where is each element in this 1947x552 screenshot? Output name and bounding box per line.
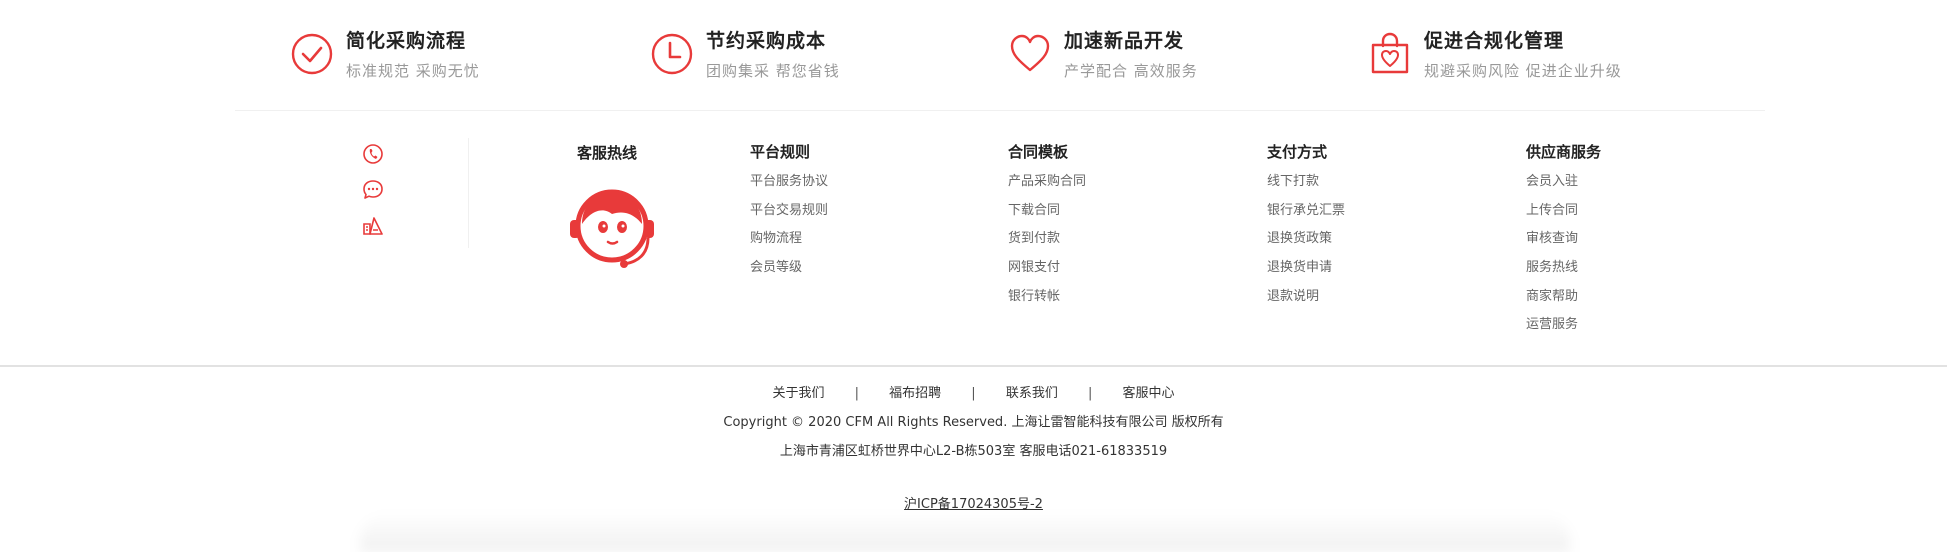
customer-service-center-link[interactable]: 客服中心 [1123,386,1175,401]
column-title: 支付方式 [1267,143,1328,161]
footer-link[interactable]: 银行承兑汇票 [1267,201,1345,230]
address-text: 上海市青浦区虹桥世界中心L2-B栋503室 客服电话021-61833519 [779,444,1168,459]
footer-column-platform-rules: 平台规则 平台服务协议 平台交易规则 购物流程 会员等级 [750,142,828,287]
footer-link[interactable]: 商家帮助 [1526,287,1601,316]
copyright-text: Copyright © 2020 CFM All Rights Reserved… [723,415,1224,430]
footer-link[interactable]: 运营服务 [1526,315,1601,344]
footer-link[interactable]: 会员等级 [750,258,828,287]
footer-link[interactable]: 线下打款 [1267,172,1345,201]
footer-link[interactable]: 平台服务协议 [750,172,828,201]
contact-us-link[interactable]: 联系我们 [1006,386,1058,401]
careers-link[interactable]: 福布招聘 [889,386,941,401]
feature-subtitle: 团购集采 帮您省钱 [706,62,840,80]
feature-title: 加速新品开发 [1064,30,1185,52]
footer-column-contract-templates: 合同模板 产品采购合同 下载合同 货到付款 网银支付 银行转帐 [1008,142,1086,315]
bottom-shadow [360,512,1570,552]
separator: | [1087,386,1093,401]
column-title: 平台规则 [750,143,811,161]
icp-link[interactable]: 沪ICP备17024305号-2 [904,497,1043,512]
feature-title: 促进合规化管理 [1424,30,1565,52]
footer-link[interactable]: 购物流程 [750,229,828,258]
footer-link[interactable]: 退换货申请 [1267,258,1345,287]
hotline-title: 客服热线 [577,144,638,162]
footer-link[interactable]: 平台交易规则 [750,201,828,230]
chat-bubble-icon[interactable] [360,177,386,203]
footer-link[interactable]: 货到付款 [1008,229,1086,258]
footer-link[interactable]: 下载合同 [1008,201,1086,230]
footer-link[interactable]: 上传合同 [1526,201,1601,230]
footer-link[interactable]: 网银支付 [1008,258,1086,287]
heart-icon [1010,34,1050,72]
footer-link[interactable]: 产品采购合同 [1008,172,1086,201]
footer-link[interactable]: 审核查询 [1526,229,1601,258]
footer-link[interactable]: 银行转帐 [1008,287,1086,316]
phone-icon[interactable] [360,141,386,167]
feature-strip: 简化采购流程 标准规范 采购无忧 节约采购成本 团购集采 帮您省钱 加速新品开发… [0,0,1947,110]
shopping-bag-heart-icon [1371,32,1409,74]
separator: | [971,386,976,401]
feature-title: 节约采购成本 [706,30,827,52]
about-us-link[interactable]: 关于我们 [772,386,824,401]
feature-subtitle: 产学配合 高效服务 [1064,62,1198,80]
customer-service-avatar-icon [570,189,654,268]
feedback-icon[interactable] [360,213,386,239]
feature-title: 简化采购流程 [346,30,467,52]
column-title: 合同模板 [1008,143,1069,161]
feature-subtitle: 规避采购风险 促进企业升级 [1424,62,1622,80]
footer-column-payment-methods: 支付方式 线下打款 银行承兑汇票 退换货政策 退换货申请 退款说明 [1267,142,1345,315]
footer-column-supplier-services: 供应商服务 会员入驻 上传合同 审核查询 服务热线 商家帮助 运营服务 [1526,142,1601,344]
footer-link[interactable]: 退换货政策 [1267,229,1345,258]
feature-subtitle: 标准规范 采购无忧 [346,62,480,80]
footer-link[interactable]: 服务热线 [1526,258,1601,287]
icp-record: 沪ICP备17024305号-2 [0,493,1947,512]
footer-link[interactable]: 会员入驻 [1526,172,1601,201]
clock-icon [651,33,693,75]
column-title: 供应商服务 [1526,143,1602,161]
check-circle-icon [291,33,333,75]
bottom-nav: 关于我们 | 福布招聘 | 联系我们 | 客服中心 [0,382,1947,401]
divider [235,110,1765,111]
footer-link[interactable]: 退款说明 [1267,287,1345,316]
separator: | [854,386,859,401]
divider [0,365,1947,367]
divider [468,138,469,248]
